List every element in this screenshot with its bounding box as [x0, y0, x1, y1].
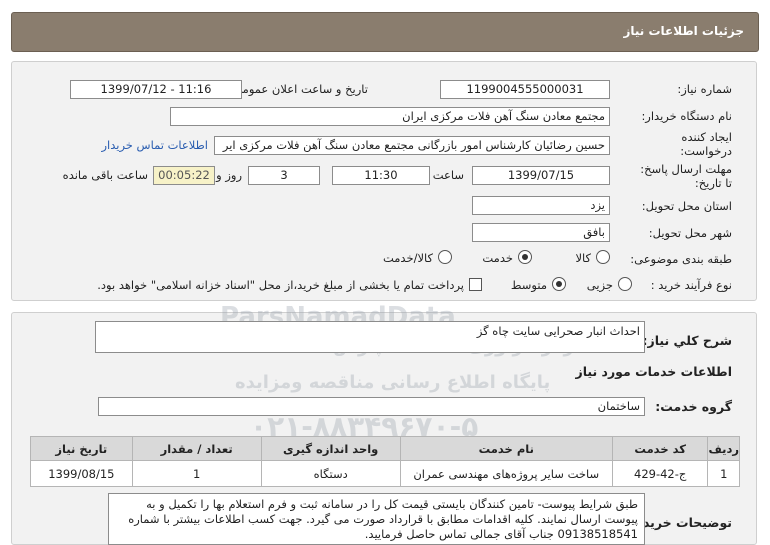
page-header: جزئیات اطلاعات نیاز [11, 12, 759, 52]
table-row: 1 ج-42-429 ساخت سایر پروژه‌های مهندسی عم… [30, 460, 740, 487]
announce-date-label: تاریخ و ساعت اعلان عمومی: [229, 82, 368, 96]
page-title: جزئیات اطلاعات نیاز [623, 24, 744, 38]
treasury-payment-checkbox[interactable] [469, 278, 482, 291]
col-quantity: تعداد / مقدار [131, 436, 262, 461]
category-radio-service[interactable] [518, 250, 532, 264]
announce-date-field: 1399/07/12 - 11:16 [70, 80, 242, 99]
services-info-title: اطلاعات خدمات مورد نیاز [575, 364, 733, 379]
category-option-service: خدمت [482, 251, 513, 265]
category-label: طبقه بندی موضوعی: [630, 252, 732, 266]
summary-label: شرح کلي نياز: [642, 333, 732, 348]
province-field: یزد [472, 196, 610, 215]
city-label: شهر محل تحویل: [648, 226, 732, 240]
deadline-label-line1: مهلت ارسال پاسخ: [640, 162, 732, 176]
deadline-date-field: 1399/07/15 [472, 166, 610, 185]
creator-field: حسین رضائیان کارشناس امور بازرگانی مجتمع… [214, 136, 610, 155]
need-number-field: 1199004555000031 [440, 80, 610, 99]
services-table: ردیف کد خدمت نام خدمت واحد اندازه گیری ت… [30, 436, 740, 487]
remaining-time-label: ساعت باقی مانده [62, 168, 148, 182]
col-row-number: ردیف [707, 436, 740, 461]
cell-service-code: ج-42-429 [611, 460, 709, 487]
days-label: روز و [216, 168, 242, 182]
process-label: نوع فرآیند خرید : [650, 278, 732, 292]
cell-quantity: 1 [131, 460, 262, 487]
process-option-medium: متوسط [510, 278, 547, 292]
cell-need-date: 1399/08/15 [30, 460, 133, 487]
buyer-contact-link[interactable]: اطلاعات تماس خریدار [101, 138, 208, 152]
cell-unit: دستگاه [260, 460, 401, 487]
cell-row-number: 1 [707, 460, 740, 487]
category-radio-goods-service[interactable] [438, 250, 452, 264]
province-label: استان محل تحویل: [641, 199, 732, 213]
remaining-time-field: 00:05:22 [153, 166, 215, 185]
days-remaining-field: 3 [248, 166, 320, 185]
service-group-field: ساختمان [98, 397, 645, 416]
summary-field: احداث انبار صحرایی سایت چاه گز [95, 321, 645, 353]
buyer-field: مجتمع معادن سنگ آهن فلات مرکزی ایران [170, 107, 610, 126]
service-group-label: گروه خدمت: [655, 399, 732, 414]
process-radio-medium[interactable] [552, 277, 566, 291]
cell-service-name: ساخت سایر پروژه‌های مهندسی عمران [399, 460, 613, 487]
col-unit: واحد اندازه گیری [260, 436, 401, 461]
col-service-name: نام خدمت [399, 436, 613, 461]
buyer-notes-field: طبق شرایط پیوست- تامین کنندگان بایستی قی… [108, 493, 645, 545]
process-radio-minor[interactable] [618, 277, 632, 291]
creator-label-line2: درخواست: [680, 144, 732, 158]
deadline-label-line2: تا تاریخ: [694, 176, 732, 190]
treasury-payment-note: پرداخت تمام یا بخشی از مبلغ خرید،از محل … [97, 278, 464, 292]
deadline-time-field: 11:30 [332, 166, 430, 185]
category-option-goods-service: کالا/خدمت [382, 251, 433, 265]
need-number-label: شماره نیاز: [677, 82, 732, 96]
col-need-date: تاریخ نیاز [30, 436, 133, 461]
table-header-row: ردیف کد خدمت نام خدمت واحد اندازه گیری ت… [30, 436, 740, 461]
deadline-time-label: ساعت [432, 168, 464, 182]
city-field: بافق [472, 223, 610, 242]
buyer-label: نام دستگاه خریدار: [641, 109, 732, 123]
col-service-code: کد خدمت [611, 436, 709, 461]
creator-label-line1: ایجاد کننده [681, 130, 732, 144]
category-radio-goods[interactable] [596, 250, 610, 264]
process-option-minor: جزیی [586, 278, 613, 292]
category-option-goods: کالا [575, 251, 591, 265]
